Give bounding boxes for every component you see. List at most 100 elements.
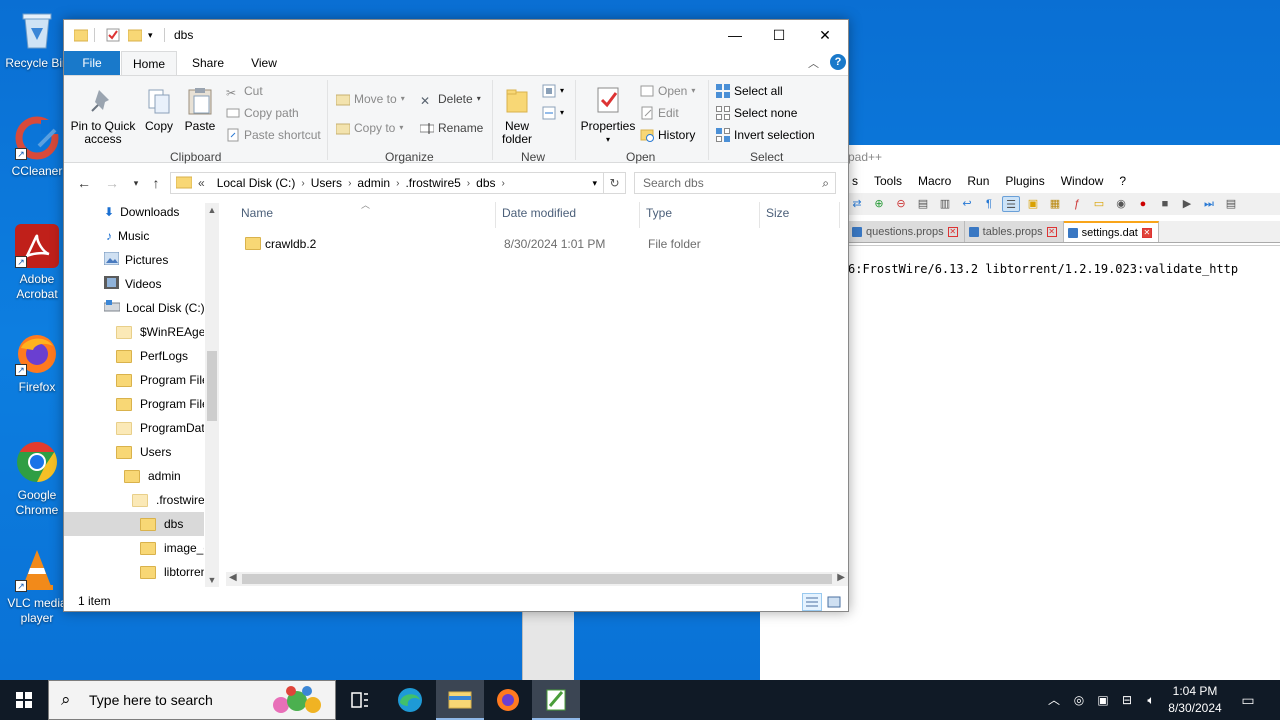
monitor-icon[interactable]: ◉: [1112, 196, 1130, 212]
nav-item-programdata[interactable]: ProgramData: [64, 416, 204, 440]
sync-horizontal-icon[interactable]: ▥: [936, 196, 954, 212]
close-button[interactable]: ✕: [802, 20, 848, 50]
new-folder-button[interactable]: New folder: [498, 86, 536, 146]
breadcrumb-local-disk[interactable]: Local Disk (C:): [211, 176, 302, 190]
network-globe-icon[interactable]: ◎: [1068, 680, 1090, 720]
sync-vertical-icon[interactable]: ▤: [914, 196, 932, 212]
nav-item-users[interactable]: Users: [64, 440, 204, 464]
nav-item-videos[interactable]: Videos: [64, 272, 204, 296]
zoom-in-icon[interactable]: ⊕: [870, 196, 888, 212]
tab-questions-props[interactable]: questions.props ✕: [848, 221, 965, 242]
show-hidden-icons-chevron[interactable]: ︿: [1044, 680, 1064, 720]
nav-item-dbs[interactable]: dbs: [64, 512, 204, 536]
nav-item-libtorrent[interactable]: libtorrent: [64, 560, 204, 584]
menu-item-run[interactable]: Run: [959, 171, 997, 191]
search-input[interactable]: Search dbs ⌕: [634, 172, 836, 194]
column-header-size[interactable]: Size: [766, 206, 789, 220]
indent-guide-icon[interactable]: ☰: [1002, 196, 1020, 212]
breadcrumb-frostwire5[interactable]: .frostwire5: [399, 176, 466, 190]
forward-button[interactable]: →: [102, 173, 122, 193]
nav-item-perflogs[interactable]: PerfLogs: [64, 344, 204, 368]
scroll-up-arrow-icon[interactable]: ▲: [205, 205, 219, 215]
nav-item-winreagent[interactable]: $WinREAgent: [64, 320, 204, 344]
taskbar-search-box[interactable]: ⌕ Type here to search: [48, 680, 336, 720]
edit-button[interactable]: Edit: [640, 104, 679, 122]
breadcrumb-users[interactable]: Users: [305, 176, 348, 190]
file-row[interactable]: crawldb.2 8/30/2024 1:01 PM File folder: [223, 233, 823, 255]
new-item-button[interactable]: ▾: [542, 82, 564, 100]
taskbar-edge[interactable]: [386, 680, 434, 720]
column-header-type[interactable]: Type: [646, 206, 672, 220]
run-macro-multiple-icon[interactable]: ⏭: [1200, 196, 1218, 212]
breadcrumb-admin[interactable]: admin: [351, 176, 396, 190]
paste-shortcut-button[interactable]: Paste shortcut: [226, 126, 321, 144]
up-button[interactable]: ↑: [146, 173, 166, 193]
navigation-pane[interactable]: ⬇ Downloads ♪ Music Pictures Videos Loca…: [64, 200, 219, 590]
copy-path-button[interactable]: Copy path: [226, 104, 299, 122]
breadcrumb-dbs[interactable]: dbs: [470, 176, 501, 190]
taskbar-firefox[interactable]: [484, 680, 532, 720]
navigation-pane-scrollbar[interactable]: ▲ ▼: [205, 203, 219, 587]
record-macro-icon[interactable]: ●: [1134, 196, 1152, 212]
back-button[interactable]: ←: [74, 173, 94, 193]
notifications-icon[interactable]: ▭: [1234, 680, 1262, 720]
invert-selection-button[interactable]: Invert selection: [716, 126, 815, 144]
scroll-down-arrow-icon[interactable]: ▼: [205, 575, 219, 585]
nav-item-program-files[interactable]: Program Files: [64, 368, 204, 392]
select-all-button[interactable]: Select all: [716, 82, 783, 100]
folder-icon[interactable]: ▭: [1090, 196, 1108, 212]
large-icons-view-button[interactable]: [824, 593, 844, 611]
stop-macro-icon[interactable]: ■: [1156, 196, 1174, 212]
title-bar[interactable]: ▾ dbs — ☐ ✕: [64, 20, 848, 51]
nav-item-image-cache[interactable]: image_ca: [64, 536, 204, 560]
properties-button[interactable]: Properties ▾: [580, 86, 636, 146]
menu-item-plugins[interactable]: Plugins: [997, 171, 1052, 191]
file-explorer-window[interactable]: ▾ dbs — ☐ ✕ File Home Share View ︿ ? Pin…: [63, 19, 849, 612]
pin-to-quick-access-button[interactable]: Pin to Quick access: [70, 86, 136, 146]
network-icon[interactable]: ⊟: [1116, 680, 1138, 720]
cut-button[interactable]: ✂ Cut: [226, 82, 263, 100]
tab-settings-dat[interactable]: settings.dat ✕: [1063, 221, 1159, 242]
nav-item-pictures[interactable]: Pictures: [64, 248, 204, 272]
scrollbar-thumb[interactable]: [207, 351, 217, 421]
file-list[interactable]: ︿ Name Date modified Type Size crawldb.2…: [221, 200, 848, 590]
easy-access-button[interactable]: ▾: [542, 104, 564, 122]
taskbar-notepadpp[interactable]: [532, 680, 580, 720]
column-divider[interactable]: [495, 202, 496, 228]
menu-item-help[interactable]: ?: [1111, 171, 1134, 191]
nav-item-program-files-x86[interactable]: Program Files: [64, 392, 204, 416]
address-bar[interactable]: « Local Disk (C:) › Users › admin › .fro…: [170, 172, 604, 194]
column-divider[interactable]: [839, 202, 840, 228]
scroll-right-arrow-icon[interactable]: ▶: [837, 572, 845, 583]
maximize-button[interactable]: ☐: [756, 20, 802, 50]
tab-home[interactable]: Home: [121, 51, 177, 75]
close-tab-icon[interactable]: ✕: [1141, 227, 1152, 238]
help-icon[interactable]: ?: [830, 54, 846, 70]
copy-button[interactable]: Copy: [142, 86, 176, 133]
new-folder-quick-icon[interactable]: [127, 28, 143, 42]
file-list-horizontal-scrollbar[interactable]: ◀ ▶: [226, 572, 848, 586]
scrollbar-thumb[interactable]: [242, 574, 832, 584]
function-list-icon[interactable]: ƒ: [1068, 196, 1086, 212]
open-button[interactable]: Open ▾: [640, 82, 695, 100]
folder-as-workspace-icon[interactable]: ▣: [1024, 196, 1042, 212]
column-divider[interactable]: [639, 202, 640, 228]
tab-share[interactable]: Share: [184, 51, 232, 75]
history-button[interactable]: History: [640, 126, 695, 144]
save-macro-icon[interactable]: ▤: [1222, 196, 1240, 212]
menu-item-tools[interactable]: Tools: [866, 171, 910, 191]
taskbar-clock[interactable]: 1:04 PM 8/30/2024: [1160, 683, 1230, 717]
column-divider[interactable]: [759, 202, 760, 228]
move-to-button[interactable]: Move to ▾: [335, 90, 405, 108]
column-header-date-modified[interactable]: Date modified: [502, 206, 576, 220]
task-view-button[interactable]: [336, 680, 384, 720]
tab-tables-props[interactable]: tables.props ✕: [964, 221, 1064, 242]
copy-to-button[interactable]: Copy to ▾: [335, 119, 403, 137]
address-history-chevron-icon[interactable]: ▾: [592, 178, 597, 189]
document-map-icon[interactable]: ▦: [1046, 196, 1064, 212]
breadcrumb-overflow[interactable]: «: [192, 176, 211, 190]
nav-item-admin[interactable]: admin: [64, 464, 204, 488]
close-tab-icon[interactable]: ✕: [1046, 226, 1057, 237]
refresh-button[interactable]: ↻: [604, 172, 626, 194]
start-button[interactable]: [0, 680, 48, 720]
